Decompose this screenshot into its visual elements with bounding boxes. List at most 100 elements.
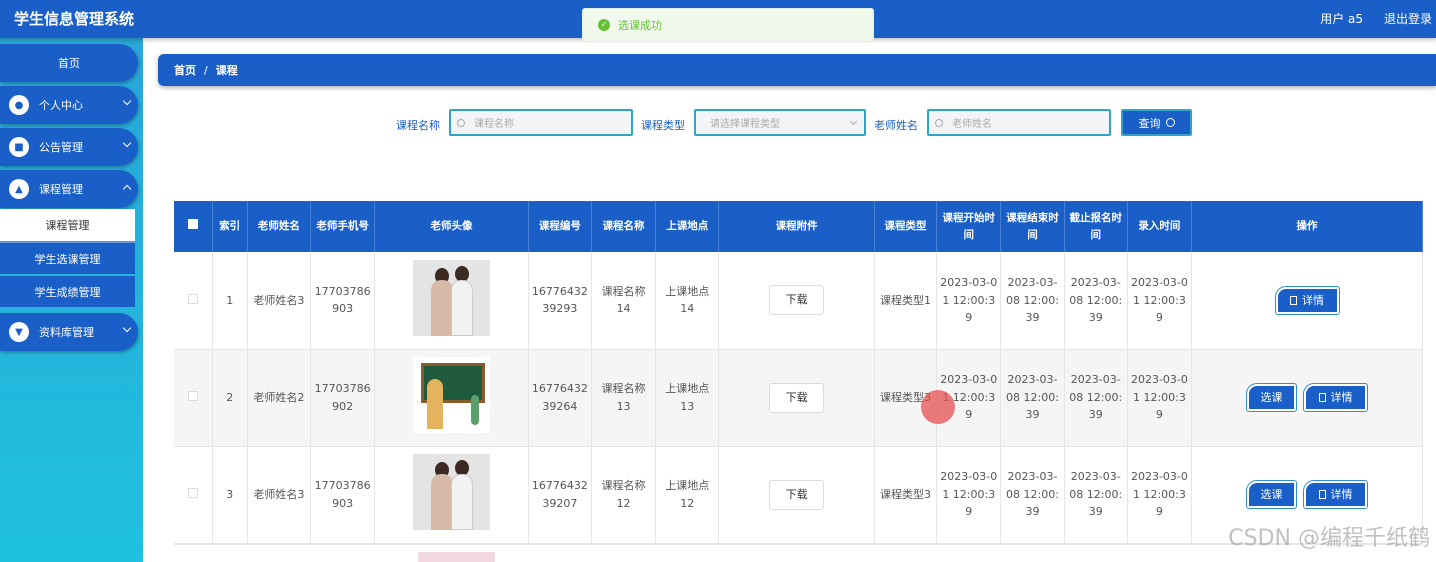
sidebar-item-label: 课程管理 [39, 183, 83, 196]
sidebar-item-library[interactable]: ▼ 资料库管理 [0, 313, 138, 351]
table-row: 1 老师姓名3 17703786903 1677643239293 课程名称14… [174, 252, 1423, 350]
breadcrumb: 首页 / 课程 [158, 54, 1436, 86]
cell-start: 2023-03-01 12:00:39 [936, 252, 1002, 350]
cell-index: 2 [212, 349, 248, 447]
column-header: 课程附件 [718, 201, 875, 252]
sidebar-subitem-course-manage[interactable]: 课程管理 [0, 209, 135, 241]
document-icon [1290, 295, 1298, 305]
avatar-partial [418, 552, 495, 562]
sidebar-item-label: 公告管理 [39, 141, 83, 154]
cell-entered: 2023-03-01 12:00:39 [1127, 252, 1193, 350]
detail-button[interactable]: 详情 [1274, 285, 1340, 315]
detail-button[interactable]: 详情 [1303, 383, 1369, 412]
cell-course: 课程名称14 [591, 252, 657, 350]
cell-start: 2023-03-01 12:00:39 [936, 349, 1002, 447]
column-header: 老师头像 [374, 201, 529, 252]
row-checkbox[interactable] [187, 487, 198, 498]
sidebar-item-course[interactable]: ▲ 课程管理 [0, 170, 138, 208]
select-course-button[interactable]: 选课 [1246, 383, 1298, 412]
cell-index: 1 [212, 252, 248, 350]
column-header: 课程开始时间 [936, 201, 1002, 252]
cell-phone: 17703786902 [310, 349, 376, 447]
cell-end: 2023-03-08 12:00:39 [1000, 446, 1065, 544]
logout-link[interactable]: 退出登录 [1384, 10, 1432, 27]
course-name-input[interactable]: 课程名称 [449, 109, 633, 136]
column-header: 索引 [212, 201, 248, 252]
cell-deadline: 2023-03-08 12:00:39 [1064, 252, 1128, 350]
cell-code: 1677643239264 [528, 349, 592, 447]
column-header: 老师姓名 [247, 201, 311, 252]
column-header: 录入时间 [1127, 201, 1193, 252]
course-icon: ▲ [9, 179, 29, 199]
search-icon [1165, 118, 1175, 127]
sidebar-subitem-course-selection[interactable]: 学生选课管理 [0, 242, 135, 274]
breadcrumb-separator: / [204, 63, 208, 77]
search-icon [935, 118, 943, 127]
cell-end: 2023-03-08 12:00:39 [1000, 252, 1065, 350]
detail-button[interactable]: 详情 [1303, 480, 1369, 509]
sidebar-item-label: 首页 [58, 57, 80, 70]
cell-teacher: 老师姓名3 [247, 252, 311, 350]
chevron-up-icon [122, 184, 132, 194]
select-all-header[interactable] [174, 201, 213, 252]
select-course-button[interactable]: 选课 [1246, 480, 1298, 509]
cell-type: 课程类型3 [874, 446, 938, 544]
teacher-name-input[interactable]: 老师姓名 [927, 109, 1111, 136]
select-all-checkbox[interactable] [187, 219, 198, 229]
sidebar-subitem-grades[interactable]: 学生成绩管理 [0, 275, 135, 307]
download-button[interactable]: 下载 [769, 479, 825, 510]
cell-course: 课程名称12 [591, 446, 657, 544]
download-button[interactable]: 下载 [769, 285, 825, 316]
cell-code: 1677643239293 [528, 252, 592, 350]
cell-entered: 2023-03-01 12:00:39 [1127, 349, 1193, 447]
sidebar-item-notice[interactable]: ■ 公告管理 [0, 128, 138, 166]
course-table: 索引 老师姓名 老师手机号 老师头像 课程编号 课程名称 上课地点 课程附件 课… [174, 201, 1423, 544]
row-checkbox[interactable] [187, 293, 198, 304]
app-title: 学生信息管理系统 [14, 10, 135, 28]
column-header: 老师手机号 [310, 201, 376, 252]
document-icon [1318, 393, 1326, 402]
detail-label: 详情 [1330, 488, 1353, 501]
toast-message: 选课成功 [618, 19, 662, 32]
column-header: 课程编号 [528, 201, 592, 252]
course-type-placeholder: 请选择课程类型 [710, 119, 780, 130]
query-label: 查询 [1138, 116, 1161, 130]
cell-type: 课程类型3 [874, 349, 938, 447]
download-button[interactable]: 下载 [769, 382, 825, 413]
library-icon: ▼ [9, 322, 29, 342]
success-toast: ✓ 选课成功 [582, 8, 874, 42]
table-row: 2 老师姓名2 17703786902 1677643239264 课程名称13… [174, 349, 1423, 447]
chevron-down-icon [849, 117, 858, 126]
sidebar-item-personal[interactable]: ● 个人中心 [0, 86, 138, 124]
watermark: CSDN @编程千纸鹤 [1228, 526, 1430, 551]
breadcrumb-home[interactable]: 首页 [174, 62, 196, 78]
cell-deadline: 2023-03-08 12:00:39 [1064, 349, 1128, 447]
breadcrumb-current: 课程 [215, 64, 238, 77]
search-icon [457, 118, 465, 127]
sidebar-item-label: 资料库管理 [39, 326, 94, 339]
table-header-row: 索引 老师姓名 老师手机号 老师头像 课程编号 课程名称 上课地点 课程附件 课… [174, 201, 1423, 252]
cell-location: 上课地点12 [655, 446, 720, 544]
cell-code: 1677643239207 [528, 446, 592, 544]
teachers-photo [412, 453, 490, 530]
column-header: 上课地点 [655, 201, 720, 252]
sidebar-item-home[interactable]: 首页 [0, 44, 138, 82]
cell-index: 3 [212, 446, 248, 544]
notice-icon: ■ [9, 137, 29, 157]
user-icon: ● [9, 95, 29, 115]
chevron-down-icon [122, 96, 132, 106]
sidebar-item-label: 个人中心 [39, 99, 83, 112]
cell-location: 上课地点14 [655, 252, 720, 350]
column-header: 截止报名时间 [1064, 201, 1128, 252]
chevron-down-icon [122, 138, 132, 148]
column-header: 操作 [1191, 201, 1423, 252]
check-circle-icon: ✓ [598, 19, 610, 31]
query-button[interactable]: 查询 [1121, 109, 1192, 136]
cell-course: 课程名称13 [591, 349, 657, 447]
cell-type: 课程类型1 [874, 252, 938, 350]
course-name-placeholder: 课程名称 [474, 119, 514, 130]
detail-label: 详情 [1302, 293, 1325, 307]
course-type-select[interactable]: 请选择课程类型 [694, 109, 866, 136]
row-checkbox[interactable] [187, 390, 198, 401]
cell-end: 2023-03-08 12:00:39 [1000, 349, 1065, 447]
